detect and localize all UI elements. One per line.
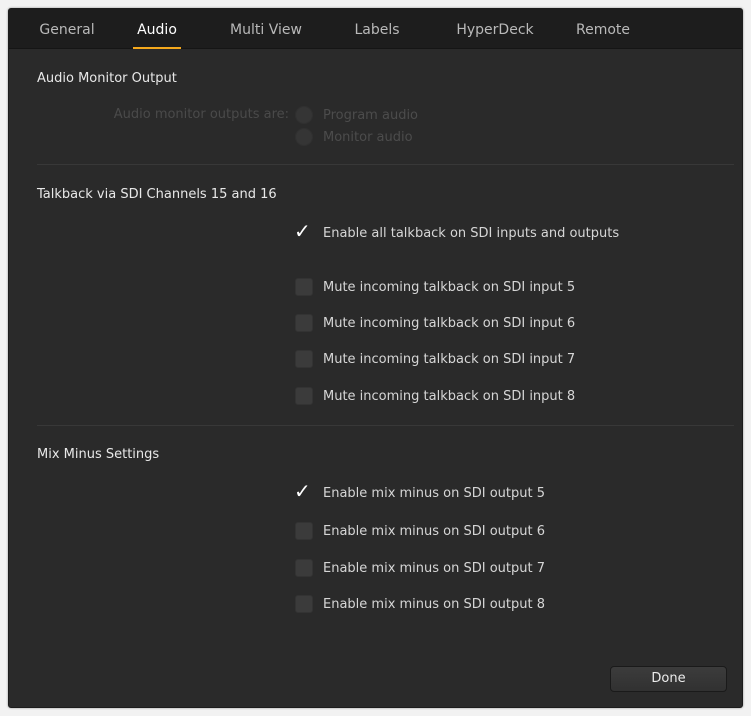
tab-labels[interactable]: Labels	[339, 9, 415, 49]
mute-talkback-input-8-option[interactable]: Mute incoming talkback on SDI input 8	[295, 386, 575, 406]
monitor-audio-option[interactable]: Monitor audio	[295, 127, 413, 147]
program-audio-label: Program audio	[323, 107, 419, 123]
program-audio-radio[interactable]	[295, 106, 313, 124]
mix-minus-output-7-checkbox[interactable]	[295, 559, 313, 577]
mix-minus-output-8-label: Enable mix minus on SDI output 8	[323, 596, 546, 612]
mix-minus-title: Mix Minus Settings	[37, 447, 160, 462]
done-button[interactable]: Done	[610, 666, 727, 692]
mute-talkback-input-5-option[interactable]: Mute incoming talkback on SDI input 5	[295, 277, 575, 297]
audio-monitor-outputs-label: Audio monitor outputs are:	[113, 107, 289, 122]
mute-talkback-input-6-label: Mute incoming talkback on SDI input 6	[323, 315, 576, 331]
monitor-audio-radio[interactable]	[295, 128, 313, 146]
tab-general[interactable]: General	[27, 9, 107, 49]
talkback-title: Talkback via SDI Channels 15 and 16	[37, 187, 277, 202]
mute-talkback-input-7-label: Mute incoming talkback on SDI input 7	[323, 351, 576, 367]
mute-talkback-input-6-checkbox[interactable]	[295, 314, 313, 332]
section-divider	[37, 164, 734, 165]
audio-monitor-title: Audio Monitor Output	[37, 71, 177, 86]
tab-hyperdeck[interactable]: HyperDeck	[445, 9, 545, 49]
tab-audio[interactable]: Audio	[117, 9, 197, 49]
settings-dialog: General Audio Multi View Labels HyperDec…	[8, 8, 743, 708]
tab-bar: General Audio Multi View Labels HyperDec…	[9, 9, 742, 49]
tab-remote[interactable]: Remote	[565, 9, 641, 49]
enable-all-talkback-option[interactable]: ✓ Enable all talkback on SDI inputs and …	[294, 219, 620, 243]
checkmark-icon: ✓	[294, 219, 311, 243]
mute-talkback-input-5-label: Mute incoming talkback on SDI input 5	[323, 279, 576, 295]
mix-minus-output-7-option[interactable]: Enable mix minus on SDI output 7	[295, 558, 545, 578]
mute-talkback-input-8-label: Mute incoming talkback on SDI input 8	[323, 388, 576, 404]
enable-all-talkback-label: Enable all talkback on SDI inputs and ou…	[323, 225, 620, 241]
program-audio-option[interactable]: Program audio	[295, 105, 418, 125]
mute-talkback-input-8-checkbox[interactable]	[295, 387, 313, 405]
section-divider	[37, 425, 734, 426]
mix-minus-output-5-label: Enable mix minus on SDI output 5	[323, 485, 546, 501]
checkmark-icon: ✓	[294, 479, 311, 503]
monitor-audio-label: Monitor audio	[323, 129, 413, 145]
mix-minus-output-6-label: Enable mix minus on SDI output 6	[323, 523, 546, 539]
mute-talkback-input-7-checkbox[interactable]	[295, 350, 313, 368]
mix-minus-output-5-option[interactable]: ✓ Enable mix minus on SDI output 5	[294, 479, 546, 503]
tab-multi-view[interactable]: Multi View	[221, 9, 311, 49]
mix-minus-output-6-option[interactable]: Enable mix minus on SDI output 6	[295, 521, 545, 541]
mute-talkback-input-6-option[interactable]: Mute incoming talkback on SDI input 6	[295, 313, 575, 333]
mute-talkback-input-7-option[interactable]: Mute incoming talkback on SDI input 7	[295, 349, 575, 369]
mix-minus-output-8-checkbox[interactable]	[295, 595, 313, 613]
mix-minus-output-7-label: Enable mix minus on SDI output 7	[323, 560, 546, 576]
mix-minus-output-6-checkbox[interactable]	[295, 522, 313, 540]
mix-minus-output-8-option[interactable]: Enable mix minus on SDI output 8	[295, 594, 545, 614]
mute-talkback-input-5-checkbox[interactable]	[295, 278, 313, 296]
enable-all-talkback-checkbox[interactable]: ✓	[294, 219, 313, 243]
mix-minus-output-5-checkbox[interactable]: ✓	[294, 479, 313, 503]
